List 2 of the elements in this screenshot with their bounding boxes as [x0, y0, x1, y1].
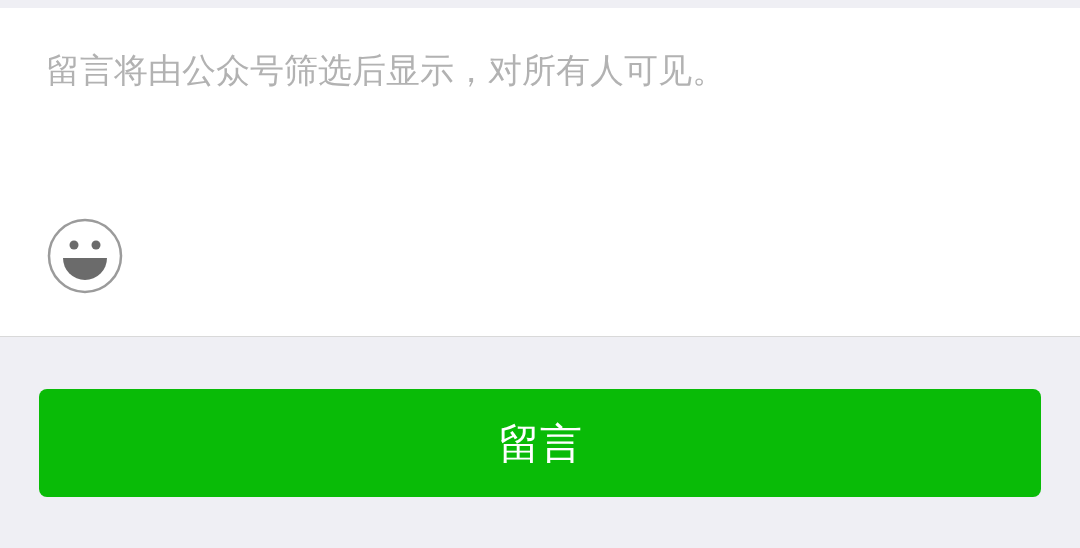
submit-button[interactable]: 留言 [39, 389, 1041, 497]
smiley-icon[interactable] [47, 218, 123, 294]
